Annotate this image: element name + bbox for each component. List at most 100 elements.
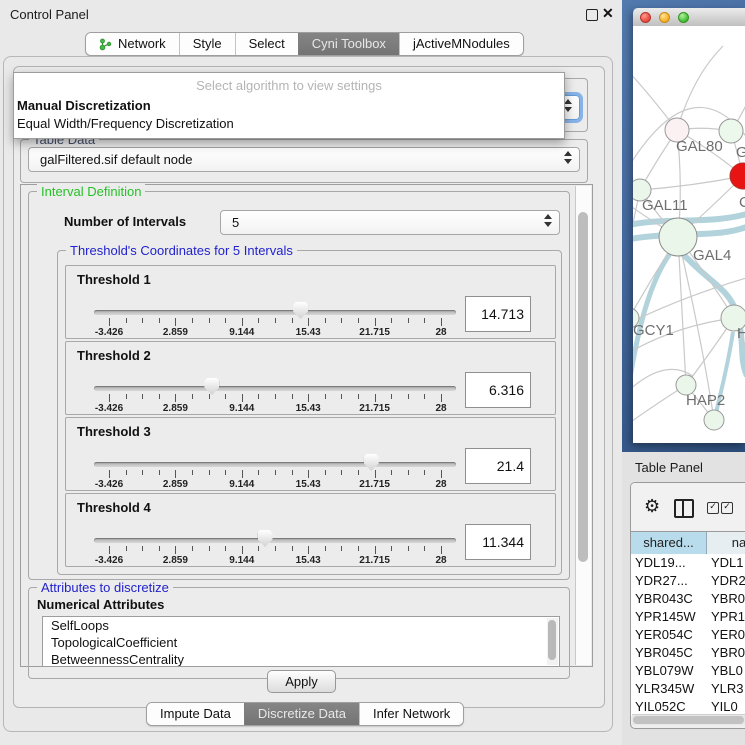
attribute-list-item[interactable]: BetweennessCentrality bbox=[43, 651, 559, 667]
slider-tick bbox=[325, 546, 326, 551]
scrollbar-thumb[interactable] bbox=[548, 620, 556, 660]
tab-cyni-toolbox[interactable]: Cyni Toolbox bbox=[298, 33, 399, 55]
number-of-intervals-spinner[interactable]: 5 bbox=[220, 210, 560, 235]
attribute-list-item[interactable]: TopologicalCoefficient bbox=[43, 634, 559, 651]
table-row[interactable]: YBL079W YBL0 bbox=[631, 662, 745, 680]
tab-style[interactable]: Style bbox=[179, 33, 235, 55]
slider-thumb[interactable] bbox=[364, 454, 379, 471]
cell-shared-name[interactable]: YDR27... bbox=[635, 572, 705, 590]
cell-shared-name[interactable]: YBR043C bbox=[635, 590, 705, 608]
tab-network[interactable]: Network bbox=[86, 33, 179, 55]
gear-icon[interactable]: ⚙ bbox=[644, 496, 660, 517]
threshold-title: Threshold 2 bbox=[77, 348, 151, 363]
apply-button[interactable]: Apply bbox=[267, 670, 336, 693]
slider-thumb[interactable] bbox=[293, 302, 308, 319]
table-row[interactable]: YDL19... YDL1 bbox=[631, 554, 745, 572]
cell-name[interactable]: YDL1 bbox=[711, 554, 745, 572]
slider-tick-label: 28 bbox=[435, 555, 446, 566]
slider-ticks bbox=[109, 470, 441, 479]
table-row[interactable]: YDR27... YDR2 bbox=[631, 572, 745, 590]
slider-track[interactable] bbox=[94, 386, 456, 391]
slider-tick bbox=[225, 546, 226, 551]
table-panel: ⚙ ✓ ✓ shared... na YDL19...YDL1YDR27...Y… bbox=[630, 482, 745, 729]
slider-tick bbox=[358, 394, 359, 399]
tab-select[interactable]: Select bbox=[235, 33, 298, 55]
cell-name[interactable]: YPR1 bbox=[711, 608, 745, 626]
slider-tick-label: 15.43 bbox=[296, 327, 321, 338]
network-window-titlebar[interactable] bbox=[633, 8, 745, 27]
attribute-list-item[interactable]: SelfLoops bbox=[43, 617, 559, 634]
vertical-scrollbar[interactable] bbox=[575, 186, 591, 665]
tab-discretize-data[interactable]: Discretize Data bbox=[244, 703, 359, 725]
slider-tick bbox=[175, 546, 176, 554]
control-panel-titlebar: Control Panel ✕ bbox=[0, 0, 622, 28]
column-header-name[interactable]: na bbox=[707, 532, 745, 554]
network-canvas[interactable]: GAL80GACGAL11GAL4GCY1HHAP2 bbox=[633, 26, 745, 443]
node-gal4[interactable] bbox=[659, 218, 697, 256]
slider-tick bbox=[175, 470, 176, 478]
tab-impute-data[interactable]: Impute Data bbox=[147, 703, 244, 725]
slider-tick bbox=[242, 394, 243, 402]
popup-item-equal-width[interactable]: Equal Width/Frequency Discretization bbox=[17, 116, 234, 131]
tab-infer-network[interactable]: Infer Network bbox=[359, 703, 463, 725]
numerical-attributes-list[interactable]: SelfLoopsTopologicalCoefficientBetweenne… bbox=[42, 616, 560, 667]
threshold-value-field[interactable]: 6.316 bbox=[465, 372, 531, 408]
table-row[interactable]: YBR045C YBR0 bbox=[631, 644, 745, 662]
slider-tick-label: 21.715 bbox=[359, 479, 390, 490]
cell-name[interactable]: YLR3 bbox=[711, 680, 745, 698]
cell-shared-name[interactable]: YPR145W bbox=[635, 608, 705, 626]
slider-tick bbox=[258, 546, 259, 551]
column-header-shared-name[interactable]: shared... bbox=[631, 532, 707, 554]
cell-shared-name[interactable]: YLR345W bbox=[635, 680, 705, 698]
slider-tick bbox=[126, 394, 127, 399]
minimize-traffic-light-icon[interactable] bbox=[659, 12, 670, 23]
cell-name[interactable]: YBR0 bbox=[711, 590, 745, 608]
checkbox-icon[interactable]: ✓ bbox=[721, 502, 733, 514]
slider-thumb[interactable] bbox=[204, 378, 219, 395]
cell-shared-name[interactable]: YER054C bbox=[635, 626, 705, 644]
cell-shared-name[interactable]: YDL19... bbox=[635, 554, 705, 572]
table-row[interactable]: YBR043C YBR0 bbox=[631, 590, 745, 608]
cell-name[interactable]: YBL0 bbox=[711, 662, 745, 680]
node-bottom[interactable] bbox=[704, 410, 724, 430]
cell-name[interactable]: YBR0 bbox=[711, 644, 745, 662]
close-traffic-light-icon[interactable] bbox=[640, 12, 651, 23]
network-icon bbox=[99, 38, 112, 51]
cell-shared-name[interactable]: YBL079W bbox=[635, 662, 705, 680]
slider-thumb[interactable] bbox=[258, 530, 273, 547]
slider-tick-label: -3.426 bbox=[95, 555, 123, 566]
threshold-title: Threshold 4 bbox=[77, 500, 151, 515]
tab-jactivemnodules[interactable]: jActiveMNodules bbox=[399, 33, 523, 55]
slider-tick bbox=[358, 546, 359, 551]
popup-item-manual[interactable]: Manual Discretization bbox=[17, 98, 151, 113]
cell-name[interactable]: YDR2 bbox=[711, 572, 745, 590]
threshold-value-field[interactable]: 11.344 bbox=[465, 524, 531, 560]
table-row[interactable]: YLR345W YLR3 bbox=[631, 680, 745, 698]
table-data-combobox[interactable]: galFiltered.sif default node bbox=[28, 147, 580, 172]
cell-name[interactable]: YER0 bbox=[711, 626, 745, 644]
table-row[interactable]: YPR145W YPR1 bbox=[631, 608, 745, 626]
checkbox-icon[interactable]: ✓ bbox=[707, 502, 719, 514]
slider-track[interactable] bbox=[94, 462, 456, 467]
close-icon[interactable]: ✕ bbox=[602, 5, 614, 22]
table-row[interactable]: YER054C YER0 bbox=[631, 626, 745, 644]
slider-tick bbox=[142, 470, 143, 475]
cell-shared-name[interactable]: YBR045C bbox=[635, 644, 705, 662]
threshold-value-field[interactable]: 14.713 bbox=[465, 296, 531, 332]
zoom-traffic-light-icon[interactable] bbox=[678, 12, 689, 23]
slider-tick bbox=[109, 470, 110, 478]
scrollbar-thumb[interactable] bbox=[633, 716, 744, 724]
attributes-group-title: Attributes to discretize bbox=[37, 580, 173, 595]
list-scrollbar[interactable] bbox=[547, 618, 558, 665]
slider-tick-label: 2.859 bbox=[163, 555, 188, 566]
slider-tick bbox=[424, 470, 425, 475]
horizontal-scrollbar[interactable] bbox=[632, 714, 745, 725]
threshold-value-field[interactable]: 21.4 bbox=[465, 448, 531, 484]
split-columns-icon[interactable] bbox=[674, 499, 694, 518]
slider-tick bbox=[441, 470, 442, 478]
scrollbar-thumb[interactable] bbox=[578, 212, 588, 562]
float-window-icon[interactable] bbox=[586, 9, 598, 21]
slider-track[interactable] bbox=[94, 310, 456, 315]
slider-track[interactable] bbox=[94, 538, 456, 543]
network-desktop: GAL80GACGAL11GAL4GCY1HHAP2 bbox=[622, 0, 745, 452]
